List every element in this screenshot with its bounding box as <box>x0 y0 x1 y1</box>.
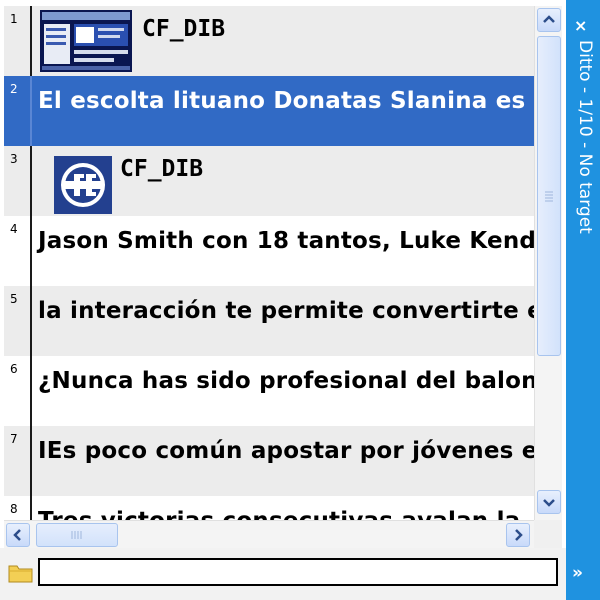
clip-number: 7 <box>10 432 18 446</box>
clip-number: 3 <box>10 152 18 166</box>
search-bar <box>0 548 566 600</box>
list-item[interactable]: 8 Tres victorias consecutivas avalan la <box>4 496 534 520</box>
divider <box>30 146 32 216</box>
divider <box>30 6 32 76</box>
list-item[interactable]: 5 la interacción te permite convertirte … <box>4 286 534 356</box>
list-item-selected[interactable]: 2 El escolta lituano Donatas Slanina es <box>4 76 534 146</box>
divider <box>30 76 32 146</box>
expand-icon[interactable]: » <box>572 563 583 583</box>
horizontal-scrollbar[interactable] <box>4 520 534 548</box>
clip-number: 2 <box>10 82 18 96</box>
divider <box>30 496 32 520</box>
clip-number: 1 <box>10 12 18 26</box>
close-icon[interactable]: × <box>574 16 587 35</box>
scroll-left-arrow-icon[interactable] <box>6 523 30 547</box>
vertical-scrollbar[interactable] <box>534 6 562 520</box>
clip-number: 5 <box>10 292 18 306</box>
divider <box>30 216 32 286</box>
search-input[interactable] <box>38 558 558 586</box>
screenshot-thumbnail-icon <box>40 10 132 72</box>
clip-format-label: CF_DIB <box>142 16 226 42</box>
list-item[interactable]: 7 IEs poco común apostar por jóvenes e <box>4 426 534 496</box>
scroll-up-arrow-icon[interactable] <box>537 8 561 32</box>
ditto-window: 1 CF_DIB 2 El escolta lituano Donatas Sl… <box>0 0 600 600</box>
list-item[interactable]: 1 CF_DIB <box>4 6 534 76</box>
clip-number: 6 <box>10 362 18 376</box>
list-item[interactable]: 4 Jason Smith con 18 tantos, Luke Kend <box>4 216 534 286</box>
clip-format-label: CF_DIB <box>120 156 204 182</box>
clip-list[interactable]: 1 CF_DIB 2 El escolta lituano Donatas Sl… <box>4 6 534 520</box>
scroll-down-arrow-icon[interactable] <box>537 490 561 514</box>
clip-text: la interacción te permite convertirte en <box>38 298 534 324</box>
scrollbar-corner <box>534 520 562 548</box>
clip-text: El escolta lituano Donatas Slanina es <box>38 88 526 114</box>
window-title: Ditto - 1/10 - No target <box>575 40 595 234</box>
clip-text: Jason Smith con 18 tantos, Luke Kend <box>38 228 534 254</box>
divider <box>30 286 32 356</box>
folder-icon[interactable] <box>8 562 34 588</box>
clip-number: 8 <box>10 502 18 516</box>
list-item[interactable]: 3 CF_DIB <box>4 146 534 216</box>
clip-text: ¿Nunca has sido profesional del balon <box>38 368 534 394</box>
clip-text: Tres victorias consecutivas avalan la <box>38 508 520 520</box>
fe-logo-thumbnail-icon <box>54 156 112 214</box>
divider <box>30 356 32 426</box>
divider <box>30 426 32 496</box>
scroll-right-arrow-icon[interactable] <box>506 523 530 547</box>
clip-text: IEs poco común apostar por jóvenes e <box>38 438 534 464</box>
horizontal-scroll-thumb[interactable] <box>36 523 118 547</box>
list-item[interactable]: 6 ¿Nunca has sido profesional del balon <box>4 356 534 426</box>
vertical-scroll-thumb[interactable] <box>537 36 561 356</box>
clip-number: 4 <box>10 222 18 236</box>
